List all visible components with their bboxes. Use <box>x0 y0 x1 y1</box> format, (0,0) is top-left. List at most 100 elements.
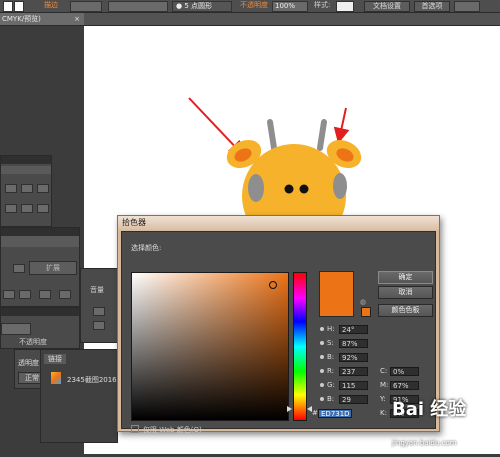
blue-label: B: <box>327 395 335 403</box>
panel-tool-button[interactable] <box>21 204 33 213</box>
brightness-radio[interactable] <box>320 355 324 359</box>
style-label: 样式: <box>314 1 331 9</box>
document-tab-bar: CMYK/预览) × <box>0 13 500 26</box>
blue-row: B: 29 <box>320 394 380 405</box>
opacity-value: 100% <box>275 2 296 10</box>
style-dropdown[interactable] <box>336 1 354 12</box>
brightness-field[interactable]: 92% <box>339 353 368 362</box>
links-tab[interactable]: 链接 <box>44 354 66 364</box>
color-swatches-button[interactable]: 颜色色板 <box>378 304 433 317</box>
blue-field[interactable]: 29 <box>339 395 368 404</box>
giraffe-horn-left <box>267 119 277 151</box>
web-colors-only-option[interactable]: 仅限 Web 颜色(O) <box>131 425 202 435</box>
web-colors-only-label: 仅限 Web 颜色(O) <box>143 426 202 434</box>
transparency-panel-top: 不透明度 <box>0 307 80 349</box>
giraffe-spot-left <box>248 174 264 202</box>
panel-tool-button[interactable] <box>37 204 49 213</box>
panel-stack-upper <box>0 155 52 227</box>
control-toolbar: 描边 ● 5 点圆形 不透明度 100% 样式: 文档设置 首选项 <box>0 0 500 13</box>
hue-row: H: 24° <box>320 324 380 335</box>
saturation-row: S: 87% <box>320 338 380 349</box>
opacity-field[interactable]: 100% <box>272 1 308 12</box>
cyan-row: C: 0% <box>380 366 430 377</box>
panel-tool-button[interactable] <box>37 184 49 193</box>
stroke-label[interactable]: 描边 <box>44 0 58 11</box>
pointer-arrow-right <box>333 107 350 144</box>
pathfinder-button[interactable] <box>39 290 51 299</box>
new-color-swatch <box>319 271 354 317</box>
hex-field[interactable]: ED731D <box>318 409 352 418</box>
fill-swatch[interactable] <box>3 1 13 12</box>
hue-label: H: <box>327 325 335 333</box>
appearance-panel: 音量 <box>80 268 118 343</box>
expand-button[interactable]: 扩展 <box>29 261 77 275</box>
hex-row: # ED731D <box>312 408 372 419</box>
hue-field[interactable]: 24° <box>339 325 368 334</box>
pathfinder-panel: 扩展 <box>0 227 80 307</box>
stroke-swatch[interactable] <box>14 1 24 12</box>
hue-radio[interactable] <box>320 327 324 331</box>
panel-tool-button[interactable] <box>93 307 105 316</box>
cyan-label: C: <box>380 367 388 375</box>
magenta-field[interactable]: 67% <box>390 381 419 390</box>
document-setup-button[interactable]: 文档设置 <box>364 1 410 12</box>
link-thumbnail <box>51 372 61 384</box>
panel-tool-button[interactable] <box>93 321 105 330</box>
brush-value: ● 5 点圆形 <box>176 2 213 10</box>
arrange-documents-dropdown[interactable] <box>454 1 480 12</box>
cyan-field[interactable]: 0% <box>390 367 419 376</box>
magenta-label: M: <box>380 381 389 389</box>
red-label: R: <box>327 367 335 375</box>
watermark-url: jingyan.baidu.com <box>392 439 457 447</box>
dialog-title: 拾色器 <box>118 216 439 230</box>
blend-mode-dropdown[interactable] <box>1 323 31 335</box>
opacity-label[interactable]: 不透明度 <box>240 0 268 11</box>
green-row: G: 115 <box>320 380 380 391</box>
red-row: R: 237 <box>320 366 380 377</box>
saturation-field[interactable]: 87% <box>339 339 368 348</box>
color-field[interactable] <box>131 272 289 421</box>
pathfinder-panel-title <box>1 236 79 247</box>
links-panel: 链接 2345截图20160 <box>40 349 121 443</box>
preferences-button[interactable]: 首选项 <box>414 1 450 12</box>
baidu-jingyan-watermark: Bai 经验 jingyan.baidu.com <box>380 395 500 454</box>
giraffe-eye-left <box>284 184 294 194</box>
brush-dropdown[interactable]: ● 5 点圆形 <box>172 1 232 12</box>
magenta-row: M: 67% <box>380 380 430 391</box>
hue-slider[interactable] <box>293 272 307 421</box>
watermark-logo: Bai 经验 <box>392 399 467 420</box>
pathfinder-button[interactable] <box>59 290 71 299</box>
document-tab-title: CMYK/预览) <box>2 15 41 23</box>
opacity-mask-label: 不透明度 <box>19 338 47 346</box>
cancel-button[interactable]: 取消 <box>378 286 433 299</box>
blue-radio[interactable] <box>320 397 324 401</box>
document-tab[interactable]: CMYK/预览) × <box>0 13 84 25</box>
panel-tool-button[interactable] <box>5 184 17 193</box>
hue-slider-arrow-left[interactable] <box>287 406 292 412</box>
red-field[interactable]: 237 <box>339 367 368 376</box>
brightness-row: B: 92% <box>320 352 380 363</box>
shape-mode-button[interactable] <box>13 264 25 273</box>
giraffe-horn-right <box>317 119 327 151</box>
color-field-cursor[interactable] <box>269 281 277 289</box>
panel-tool-button[interactable] <box>5 204 17 213</box>
red-radio[interactable] <box>320 369 324 373</box>
transparency-label: 透明度 <box>18 359 39 367</box>
web-colors-only-checkbox[interactable] <box>131 425 139 433</box>
ok-button[interactable]: 确定 <box>378 271 433 284</box>
close-icon[interactable]: × <box>74 13 80 25</box>
panel-tool-button[interactable] <box>21 184 33 193</box>
stroke-weight-field[interactable] <box>70 1 102 12</box>
giraffe-spot-right <box>333 173 347 199</box>
saturation-radio[interactable] <box>320 341 324 345</box>
pathfinder-button[interactable] <box>19 290 31 299</box>
select-color-label: 选择颜色: <box>131 244 162 252</box>
web-safe-warning-icon[interactable]: ◍ <box>360 298 366 306</box>
link-item-name[interactable]: 2345截图20160 <box>67 375 121 385</box>
pathfinder-button[interactable] <box>3 290 15 299</box>
green-label: G: <box>327 381 335 389</box>
green-radio[interactable] <box>320 383 324 387</box>
web-safe-swatch[interactable] <box>361 307 371 317</box>
green-field[interactable]: 115 <box>339 381 368 390</box>
variable-width-dropdown[interactable] <box>108 1 168 12</box>
